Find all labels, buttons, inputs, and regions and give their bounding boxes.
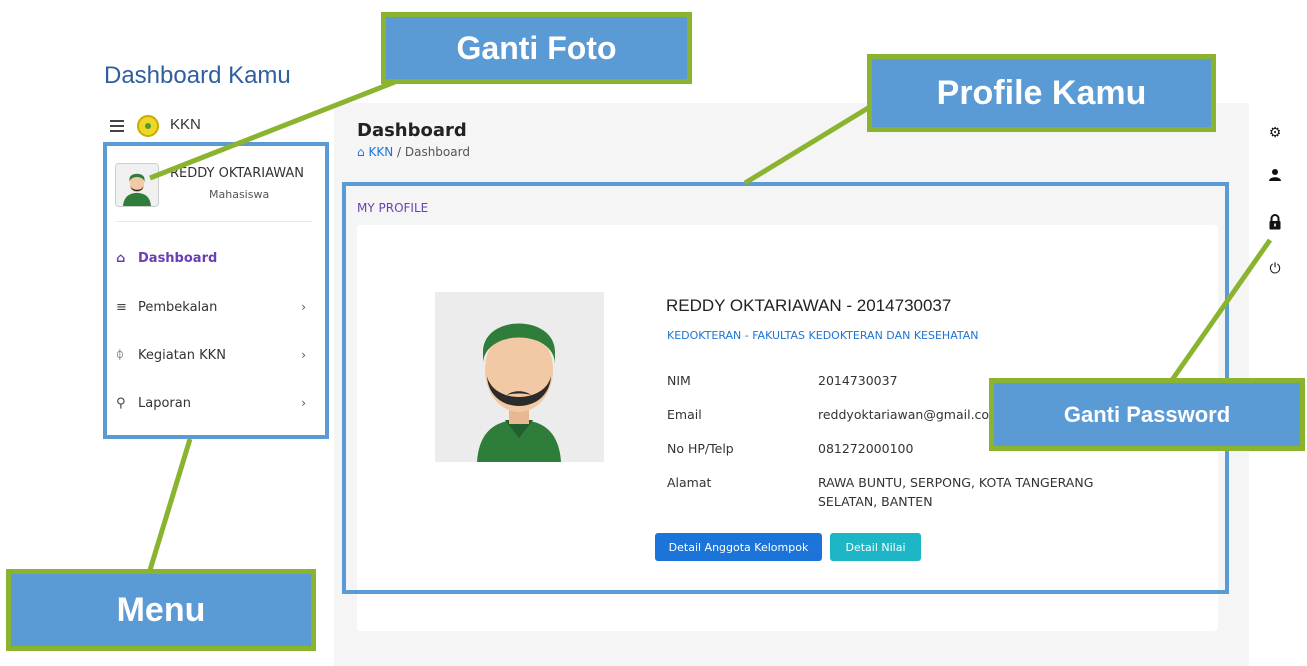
profile-kamu-callout: Profile Kamu bbox=[867, 54, 1216, 132]
ganti-foto-callout: Ganti Foto bbox=[381, 12, 692, 84]
ganti-password-callout: Ganti Password bbox=[989, 378, 1305, 451]
menu-callout: Menu bbox=[6, 569, 316, 651]
